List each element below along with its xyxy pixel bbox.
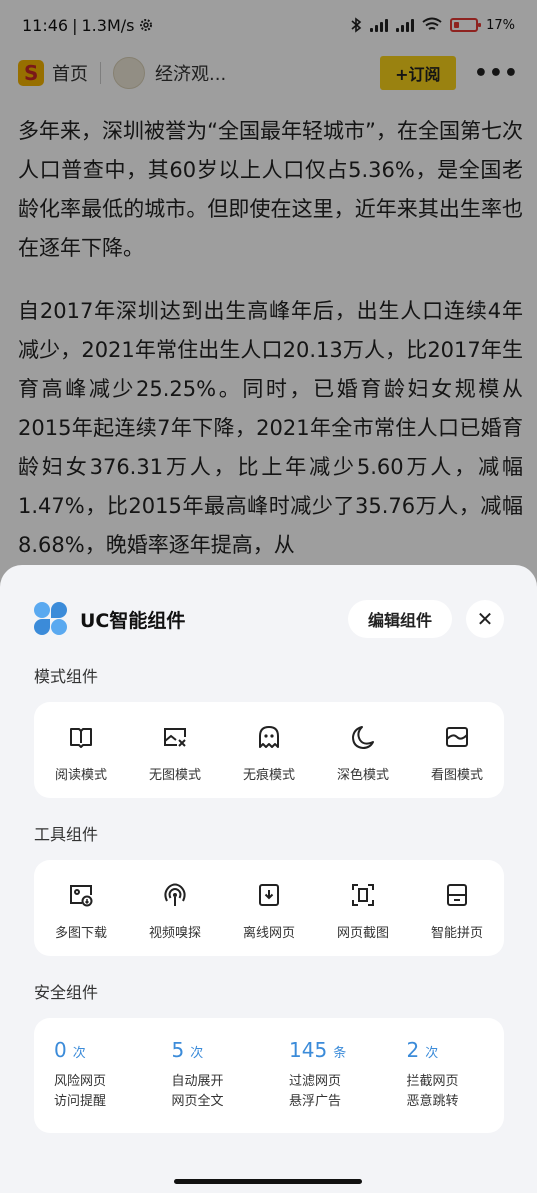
stat-desc: 风险网页 (54, 1074, 107, 1089)
widget-label: 无痕模式 (242, 768, 295, 783)
ghost-icon (254, 722, 284, 752)
stat-desc: 恶意跳转 (406, 1094, 459, 1109)
edit-widgets-button[interactable]: 编辑组件 (348, 600, 452, 638)
stat-desc: 自动展开 (171, 1074, 224, 1089)
section-label-mode: 模式组件 (34, 667, 99, 686)
no-image-icon (160, 722, 190, 752)
stat-unit: 次 (190, 1046, 204, 1061)
image-view-mode-button[interactable]: 看图模式 (410, 702, 504, 798)
stat-desc: 拦截网页 (406, 1074, 459, 1089)
no-image-mode-button[interactable]: 无图模式 (128, 702, 222, 798)
incognito-mode-button[interactable]: 无痕模式 (222, 702, 316, 798)
stat-desc: 过滤网页 (289, 1074, 342, 1089)
uc-widget-icon (34, 602, 68, 636)
image-view-icon (442, 722, 472, 752)
offline-page-icon (254, 880, 284, 910)
stat-desc: 悬浮广告 (289, 1094, 342, 1109)
video-sniff-button[interactable]: 视频嗅探 (128, 860, 222, 956)
stat-count: 145 (289, 1038, 328, 1062)
stat-count: 5 (171, 1038, 185, 1062)
mode-widgets-card: 阅读模式 无图模式 无痕模式 深色模式 看图模式 (34, 702, 504, 798)
sheet-header: UC智能组件 编辑组件 ✕ (34, 599, 504, 639)
close-icon[interactable]: ✕ (466, 600, 504, 638)
home-indicator[interactable] (174, 1179, 362, 1184)
stat-unit: 次 (72, 1046, 86, 1061)
sheet-title: UC智能组件 (80, 609, 186, 632)
smart-page-join-button[interactable]: 智能拼页 (410, 860, 504, 956)
dark-mode-button[interactable]: 深色模式 (316, 702, 410, 798)
widget-label: 离线网页 (242, 926, 295, 941)
widget-label: 深色模式 (336, 768, 389, 783)
widget-label: 视频嗅探 (148, 926, 201, 941)
offline-page-button[interactable]: 离线网页 (222, 860, 316, 956)
image-download-button[interactable]: 多图下载 (34, 860, 128, 956)
stat-redirect-block[interactable]: 2次 拦截网页恶意跳转 (387, 1018, 505, 1133)
tool-widgets-card: 多图下载 视频嗅探 离线网页 网页截图 智能拼页 (34, 860, 504, 956)
widget-label: 看图模式 (430, 768, 483, 783)
uc-widget-sheet: UC智能组件 编辑组件 ✕ 模式组件 阅读模式 无图模式 无痕模式 深色模式 看… (0, 565, 537, 1193)
image-download-icon (66, 880, 96, 910)
section-label-tools: 工具组件 (34, 825, 99, 844)
reading-mode-button[interactable]: 阅读模式 (34, 702, 128, 798)
stat-count: 2 (406, 1038, 420, 1062)
stat-unit: 条 (333, 1046, 347, 1061)
widget-label: 网页截图 (336, 926, 389, 941)
stat-desc: 网页全文 (171, 1094, 224, 1109)
stat-unit: 次 (425, 1046, 439, 1061)
book-icon (66, 722, 96, 752)
page-join-icon (442, 880, 472, 910)
moon-icon (348, 722, 378, 752)
widget-label: 阅读模式 (54, 768, 107, 783)
stat-desc: 访问提醒 (54, 1094, 107, 1109)
page-screenshot-button[interactable]: 网页截图 (316, 860, 410, 956)
widget-label: 无图模式 (148, 768, 201, 783)
video-sniff-icon (160, 880, 190, 910)
widget-label: 多图下载 (54, 926, 107, 941)
stat-risk-page-alert[interactable]: 0次 风险网页访问提醒 (34, 1018, 152, 1133)
stat-count: 0 (54, 1038, 67, 1062)
stat-auto-expand[interactable]: 5次 自动展开网页全文 (152, 1018, 270, 1133)
screenshot-icon (348, 880, 378, 910)
section-label-security: 安全组件 (34, 983, 99, 1002)
widget-label: 智能拼页 (430, 926, 483, 941)
stat-ad-filter[interactable]: 145 条 过滤网页悬浮广告 (269, 1018, 387, 1133)
security-stats-card: 0次 风险网页 访问提醒 5次 自动展开 网页全文 145 条 过滤网页 悬浮广告 2次… (34, 1018, 504, 1133)
